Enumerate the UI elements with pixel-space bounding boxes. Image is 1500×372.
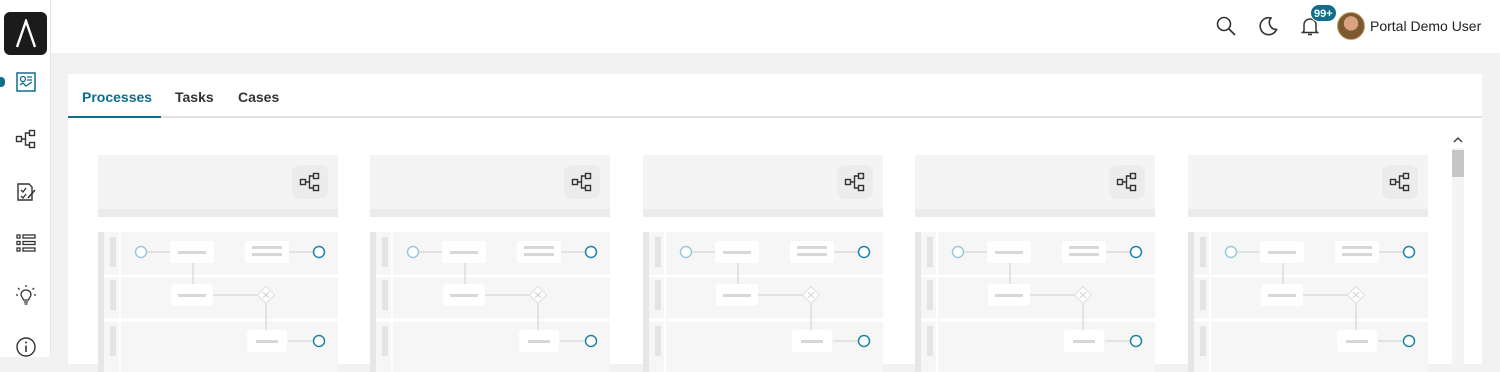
process-card-header: [643, 155, 883, 217]
sidebar-item-info[interactable]: [0, 332, 51, 362]
dark-mode-toggle[interactable]: [1256, 14, 1280, 38]
process-flow-icon: [1389, 172, 1410, 192]
avatar[interactable]: [1337, 12, 1365, 40]
tab-processes[interactable]: Processes: [82, 89, 152, 105]
tab-tasks[interactable]: Tasks: [175, 89, 214, 105]
process-card-action-button[interactable]: [1109, 165, 1145, 199]
process-card-header: [1188, 155, 1428, 217]
sidebar-item-tasks[interactable]: [0, 177, 51, 207]
process-flow-icon: [571, 172, 592, 192]
scrollbar-track[interactable]: [1452, 148, 1464, 368]
process-diagram-preview: [98, 232, 338, 372]
tab-cases[interactable]: Cases: [238, 89, 279, 105]
process-card[interactable]: [98, 155, 338, 372]
process-card-action-button[interactable]: [1382, 165, 1418, 199]
notification-count-badge: 99+: [1310, 4, 1337, 22]
process-flow-icon: [1116, 172, 1137, 192]
main-panel: Processes Tasks Cases: [68, 74, 1482, 372]
user-name[interactable]: Portal Demo User: [1370, 18, 1481, 34]
process-card-header: [370, 155, 610, 217]
sidebar-item-ideas[interactable]: [0, 280, 51, 310]
moon-icon: [1259, 16, 1278, 36]
process-card-action-button[interactable]: [564, 165, 600, 199]
process-diagram-preview: [915, 232, 1155, 372]
sidebar-item-processes[interactable]: [0, 124, 51, 154]
dashboard-icon: [15, 72, 36, 92]
process-card-header: [98, 155, 338, 217]
process-flow-icon: [299, 172, 320, 192]
sidebar-item-cases[interactable]: [0, 228, 51, 258]
process-card[interactable]: [643, 155, 883, 372]
process-diagram-preview: [1188, 232, 1428, 372]
process-card[interactable]: [915, 155, 1155, 372]
search-button[interactable]: [1214, 14, 1238, 38]
process-card-action-button[interactable]: [837, 165, 873, 199]
active-tab-indicator: [68, 116, 161, 118]
process-diagram-preview: [370, 232, 610, 372]
task-icon: [16, 183, 36, 201]
lightbulb-icon: [15, 285, 36, 305]
process-icon: [15, 129, 35, 149]
process-diagram-preview: [643, 232, 883, 372]
process-flow-icon: [844, 172, 865, 192]
scrollbar-thumb[interactable]: [1452, 150, 1464, 177]
process-card-header: [915, 155, 1155, 217]
process-card[interactable]: [370, 155, 610, 372]
process-card-action-button[interactable]: [292, 165, 328, 199]
sidebar: [0, 0, 51, 357]
process-card[interactable]: [1188, 155, 1428, 372]
tab-bar: Processes Tasks Cases: [68, 74, 1482, 118]
app-logo[interactable]: [4, 12, 47, 55]
scroll-up-arrow-icon[interactable]: [1452, 134, 1464, 146]
sidebar-item-dashboard[interactable]: [0, 67, 51, 97]
info-icon: [15, 337, 36, 357]
top-bar: [51, 0, 1500, 53]
case-list-icon: [15, 234, 36, 252]
search-icon: [1216, 16, 1236, 36]
logo-icon: [15, 18, 36, 47]
